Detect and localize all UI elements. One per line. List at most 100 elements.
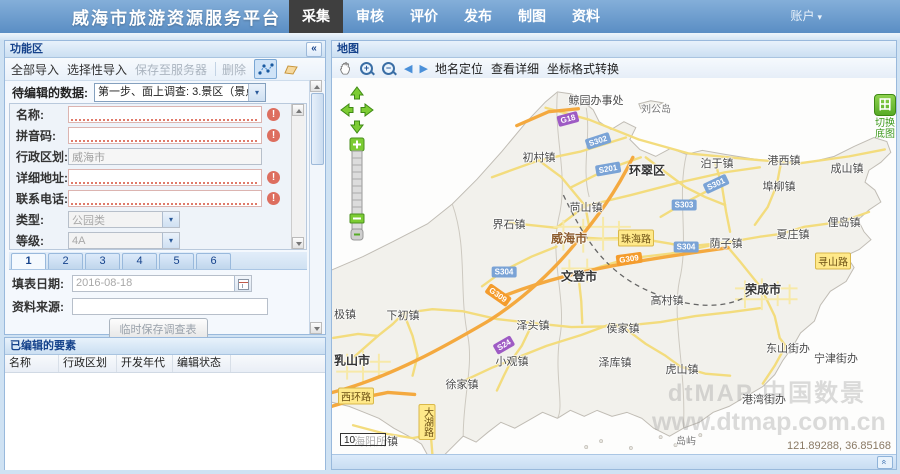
nav-item-制图[interactable]: 制图 <box>505 0 559 33</box>
field-input[interactable] <box>69 233 162 248</box>
form-tab-5[interactable]: 5 <box>159 253 194 269</box>
form-tab-4[interactable]: 4 <box>122 253 157 269</box>
account-menu[interactable]: 账户▾ <box>790 0 822 34</box>
edited-table-body <box>5 373 325 470</box>
field-input[interactable] <box>69 128 261 143</box>
pan-hand-icon[interactable] <box>338 61 353 76</box>
field-label: 行政区划: <box>16 148 68 165</box>
dataset-combobox[interactable]: 第一步、面上调查: 3.景区（景点）调查表 ▾ <box>94 83 266 102</box>
function-panel-header: 功能区 « <box>5 41 325 58</box>
column-header-行政区划[interactable]: 行政区划 <box>59 355 117 372</box>
edited-panel-header: 已编辑的要素 <box>5 338 325 355</box>
form-row: 类型: ▾ <box>10 209 306 230</box>
toolbar-separator <box>215 62 216 76</box>
basemap-label: 切换底图 <box>874 118 896 140</box>
scale-bar: 10 <box>340 433 386 446</box>
draw-polygon-icon[interactable] <box>279 59 302 79</box>
map-bottom-strip: « <box>332 454 896 469</box>
nav-menu: 采集审核评价发布制图资料 <box>289 0 613 33</box>
form-tab-1[interactable]: 1 <box>11 253 46 269</box>
dataset-row: 待编辑的数据: 第一步、面上调查: 3.景区（景点）调查表 ▾ <box>5 81 325 104</box>
form-tabstrip: 123456 <box>9 252 307 270</box>
field-label: 拼音码: <box>16 127 68 144</box>
field-input[interactable] <box>69 191 261 206</box>
form-row: 联系电话:! <box>10 188 306 209</box>
forward-icon[interactable]: ▶ <box>419 62 427 75</box>
toolbar-link-保存至服务器: 保存至服务器 <box>135 61 207 78</box>
back-icon[interactable]: ◀ <box>404 62 412 75</box>
scrollbar-thumb[interactable] <box>311 93 324 165</box>
field-联系电话[interactable] <box>68 190 262 207</box>
field-等级[interactable]: ▾ <box>68 232 180 249</box>
toolbar-link-删除: 删除 <box>222 61 246 78</box>
field-input[interactable] <box>69 149 261 164</box>
field-行政区划[interactable] <box>68 148 262 165</box>
nav-item-资料[interactable]: 资料 <box>559 0 613 33</box>
collapse-panel-icon[interactable]: « <box>306 42 322 57</box>
field-名称[interactable] <box>68 106 262 123</box>
dataset-label: 待编辑的数据: <box>12 84 88 101</box>
form-tab-3[interactable]: 3 <box>85 253 120 269</box>
scroll-up-icon[interactable] <box>292 104 304 116</box>
nav-item-审核[interactable]: 审核 <box>343 0 397 33</box>
field-label: 类型: <box>16 211 68 228</box>
toolbar-link-选择性导入[interactable]: 选择性导入 <box>67 61 127 78</box>
map-canvas[interactable]: 鲸园办事处刘公岛初村镇环翠区泊于镇港西镇成山镇埠柳镇俚岛镇苘山镇界石镇威海市珠海… <box>332 78 896 455</box>
map-navigation-control[interactable] <box>340 86 374 251</box>
collapse-strip-icon[interactable]: « <box>877 456 893 469</box>
fill-date-input[interactable] <box>73 276 234 291</box>
calendar-icon[interactable] <box>234 276 251 291</box>
form-row: 名称:! <box>10 104 306 125</box>
source-input[interactable] <box>73 301 267 313</box>
fill-date-field[interactable] <box>72 275 252 292</box>
edited-table-header: 名称行政区划开发年代编辑状态 <box>5 355 325 373</box>
form-tab-2[interactable]: 2 <box>48 253 83 269</box>
field-label: 等级: <box>16 232 68 249</box>
navbar-substrip <box>0 33 900 40</box>
source-label: 资料来源: <box>9 298 72 315</box>
map-link-地名定位[interactable]: 地名定位 <box>435 60 483 77</box>
chevron-down-icon[interactable]: ▾ <box>248 84 265 101</box>
nav-item-发布[interactable]: 发布 <box>451 0 505 33</box>
fill-date-row: 填表日期: <box>9 272 307 294</box>
invalid-icon: ! <box>267 192 280 205</box>
draw-vertex-icon[interactable] <box>254 59 277 79</box>
chevron-down-icon[interactable]: ▾ <box>162 233 179 248</box>
map-toolbar-links: 地名定位查看详细坐标格式转换 <box>435 60 627 77</box>
field-详细地址[interactable] <box>68 169 262 186</box>
invalid-icon: ! <box>267 129 280 142</box>
scroll-down-icon[interactable] <box>310 322 322 334</box>
zoom-out-icon[interactable]: − <box>382 61 397 76</box>
nav-item-评价[interactable]: 评价 <box>397 0 451 33</box>
form-tab-6[interactable]: 6 <box>196 253 231 269</box>
app-title: 威海市旅游资源服务平台 <box>72 4 281 29</box>
source-row: 资料来源: <box>9 295 307 317</box>
field-类型[interactable]: ▾ <box>68 211 180 228</box>
top-navbar: 威海市旅游资源服务平台 采集审核评价发布制图资料 账户▾ <box>0 0 900 33</box>
scroll-down-icon[interactable] <box>292 237 304 249</box>
scroll-up-icon[interactable] <box>310 80 322 92</box>
chevron-down-icon[interactable]: ▾ <box>162 212 179 227</box>
chevron-down-icon: ▾ <box>817 12 822 22</box>
column-header-名称[interactable]: 名称 <box>5 355 59 372</box>
switch-basemap-button[interactable]: 田 切换底图 <box>870 94 896 140</box>
field-拼音码[interactable] <box>68 127 262 144</box>
nav-item-采集[interactable]: 采集 <box>289 0 343 33</box>
field-input[interactable] <box>69 107 261 122</box>
map-link-坐标格式转换[interactable]: 坐标格式转换 <box>547 60 619 77</box>
form-scrollbar[interactable] <box>291 104 305 249</box>
field-input[interactable] <box>69 212 162 227</box>
survey-form: 名称:!拼音码:!行政区划:详细地址:!联系电话:!类型:▾等级:▾ <box>9 103 307 250</box>
form-row: 等级: ▾ <box>10 230 306 250</box>
zoom-in-icon[interactable]: + <box>360 61 375 76</box>
basemap-grid-icon[interactable]: 田 <box>874 94 896 116</box>
field-label: 详细地址: <box>16 169 68 186</box>
edited-panel-title: 已编辑的要素 <box>10 340 76 352</box>
column-header-开发年代[interactable]: 开发年代 <box>117 355 173 372</box>
column-header-编辑状态[interactable]: 编辑状态 <box>173 355 231 372</box>
toolbar-link-全部导入[interactable]: 全部导入 <box>11 61 59 78</box>
source-field[interactable] <box>72 298 268 315</box>
field-input[interactable] <box>69 170 261 185</box>
map-link-查看详细[interactable]: 查看详细 <box>491 60 539 77</box>
panel-scrollbar[interactable] <box>309 80 324 334</box>
